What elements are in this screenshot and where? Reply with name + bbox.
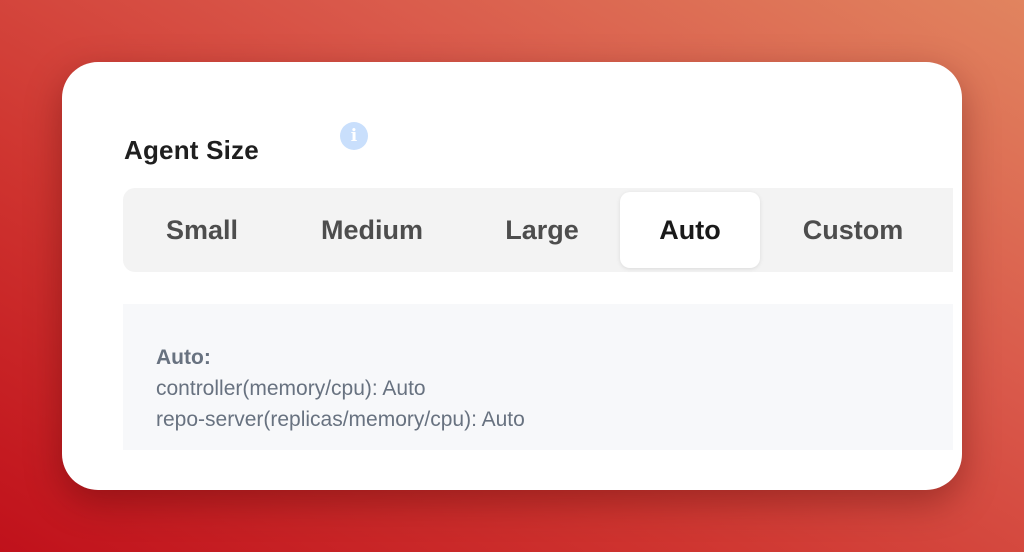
size-option-medium[interactable]: Medium bbox=[287, 192, 457, 268]
description-line-controller: controller(memory/cpu): Auto bbox=[156, 377, 426, 400]
info-icon[interactable]: i bbox=[340, 122, 368, 150]
agent-size-selector: Small Medium Large Auto Custom bbox=[123, 188, 953, 272]
size-description: Auto: controller(memory/cpu): Auto repo-… bbox=[156, 342, 525, 435]
agent-size-card: Agent Size i Small Medium Large Auto Cus… bbox=[62, 62, 962, 490]
title-row: Agent Size i bbox=[124, 122, 368, 170]
size-option-auto[interactable]: Auto bbox=[620, 192, 760, 268]
size-description-panel: Auto: controller(memory/cpu): Auto repo-… bbox=[123, 304, 953, 450]
section-title: Agent Size bbox=[124, 135, 259, 165]
description-heading: Auto: bbox=[156, 346, 211, 369]
description-line-repo-server: repo-server(replicas/memory/cpu): Auto bbox=[156, 408, 525, 431]
size-option-large[interactable]: Large bbox=[467, 192, 617, 268]
size-option-custom[interactable]: Custom bbox=[773, 192, 933, 268]
size-option-small[interactable]: Small bbox=[127, 192, 277, 268]
